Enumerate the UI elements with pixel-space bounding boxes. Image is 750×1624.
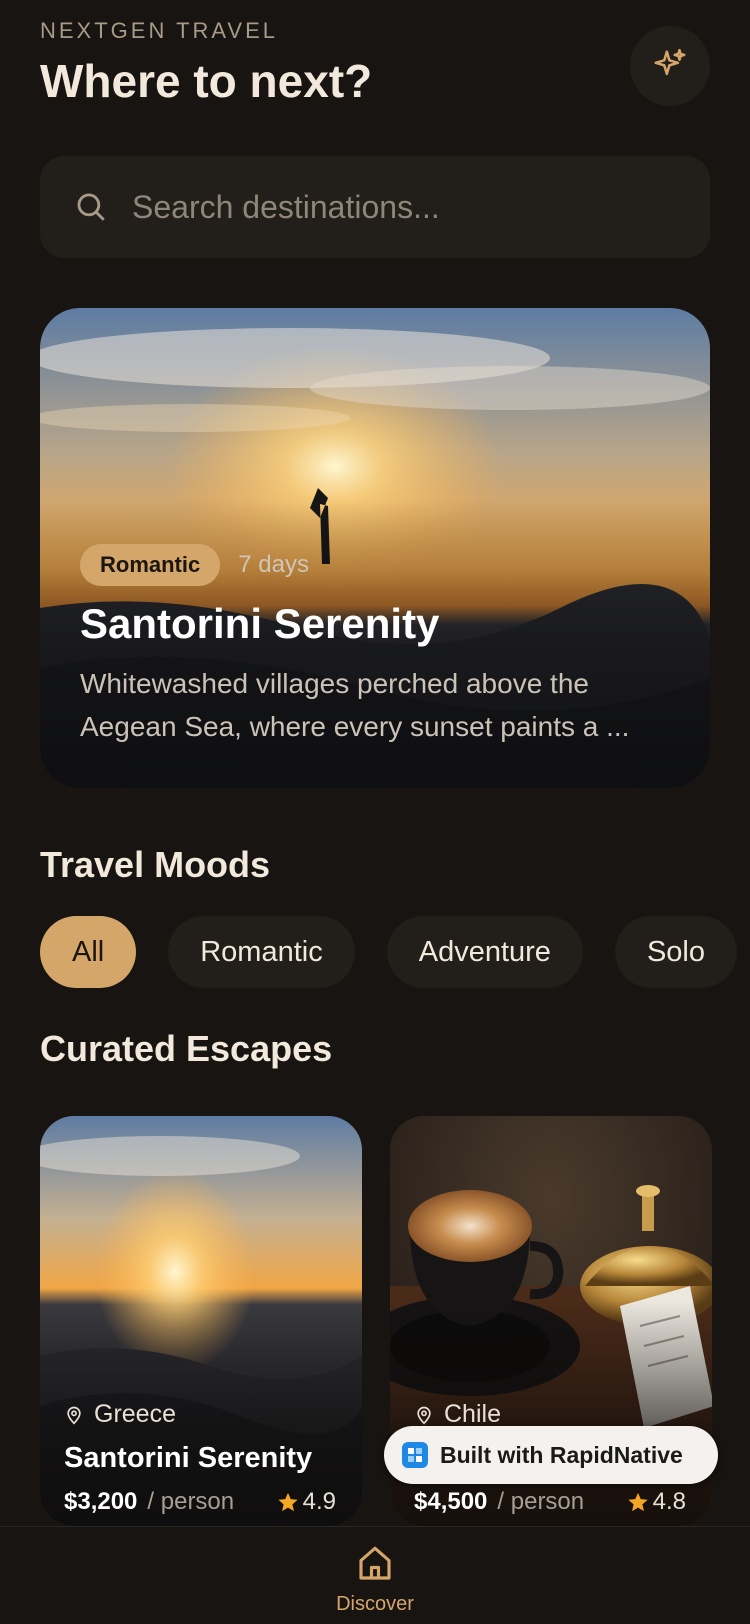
built-with-badge[interactable]: Built with RapidNative	[384, 1426, 718, 1484]
page-title: Where to next?	[40, 55, 373, 107]
bottom-nav: Discover	[0, 1526, 750, 1624]
price-value: $4,500	[414, 1488, 488, 1515]
escape-location: Chile	[414, 1400, 501, 1429]
search-icon	[77, 193, 105, 221]
nav-discover[interactable]: Discover	[0, 1543, 750, 1616]
rapidnative-logo-icon	[402, 1442, 428, 1468]
chip-solo[interactable]: Solo	[614, 916, 737, 988]
built-with-label: Built with RapidNative	[440, 1441, 683, 1468]
ai-suggest-button[interactable]	[630, 26, 710, 106]
search-bar[interactable]	[40, 156, 710, 258]
star-icon	[628, 1492, 648, 1512]
featured-description: Whitewashed villages perched above the A…	[80, 668, 630, 742]
chip-adventure[interactable]: Adventure	[386, 916, 583, 988]
nav-discover-label: Discover	[336, 1593, 414, 1615]
featured-title: Santorini Serenity	[80, 600, 440, 647]
price-unit: / person	[497, 1488, 585, 1515]
duration-label: 7 days	[238, 551, 309, 578]
chip-all[interactable]: All	[40, 916, 137, 988]
rating-value: 4.8	[652, 1488, 686, 1515]
home-icon	[359, 1546, 391, 1580]
escape-rating: 4.8	[627, 1488, 686, 1516]
search-input[interactable]	[132, 188, 692, 226]
featured-card[interactable]: Romantic 7 days Santorini Serenity White…	[40, 308, 710, 788]
location-label: Chile	[444, 1400, 501, 1428]
escape-card-greece[interactable]: Greece Santorini Serenity $3,200 / person…	[40, 1116, 362, 1526]
escape-location: Greece	[64, 1400, 176, 1429]
rating-value: 4.9	[302, 1488, 336, 1515]
price-value: $3,200	[64, 1488, 138, 1515]
escape-rating: 4.9	[277, 1488, 336, 1516]
mood-tag: Romantic	[80, 544, 221, 586]
escape-price: $4,500 / person	[414, 1488, 584, 1516]
location-label: Greece	[94, 1400, 176, 1428]
star-icon	[278, 1492, 298, 1512]
escape-title: Santorini Serenity	[64, 1442, 313, 1474]
price-unit: / person	[147, 1488, 235, 1515]
escape-price: $3,200 / person	[64, 1488, 234, 1516]
mood-chips: All Romantic Adventure Solo	[40, 916, 737, 988]
location-pin-icon	[417, 1406, 431, 1425]
escapes-heading: Curated Escapes	[40, 1028, 333, 1069]
sparkles-icon	[654, 48, 686, 76]
featured-meta: Romantic 7 days	[80, 544, 309, 586]
location-pin-icon	[67, 1406, 81, 1425]
chip-romantic[interactable]: Romantic	[168, 916, 355, 988]
brand-label: NEXTGEN TRAVEL	[40, 18, 279, 43]
moods-heading: Travel Moods	[40, 844, 271, 885]
